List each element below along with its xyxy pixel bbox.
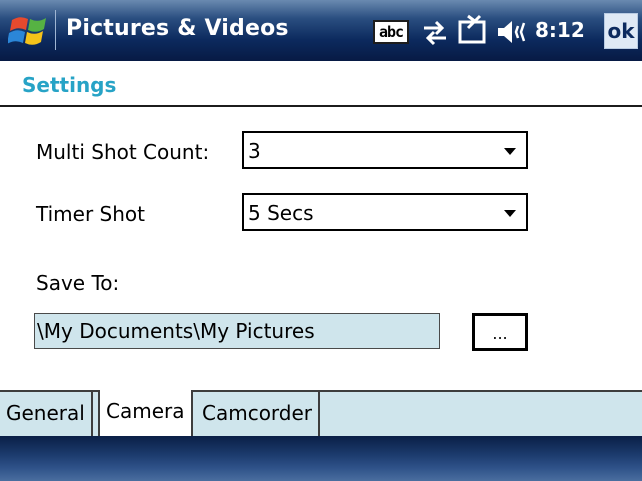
multi-shot-count-dropdown[interactable]: 3 (242, 131, 528, 169)
timer-shot-dropdown[interactable]: 5 Secs (242, 193, 528, 231)
page-title: Settings (22, 73, 117, 97)
volume-icon[interactable] (496, 18, 530, 46)
tab-camera[interactable]: Camera (98, 390, 193, 436)
softkey-bar (0, 436, 642, 481)
save-to-path-field[interactable]: \My Documents\My Pictures (34, 313, 440, 349)
timer-shot-value: 5 Secs (248, 201, 314, 225)
battery-icon[interactable] (458, 14, 490, 46)
ok-button[interactable]: ok (604, 13, 638, 49)
input-mode-abc-icon[interactable]: abc (373, 20, 409, 44)
multi-shot-count-label: Multi Shot Count: (36, 140, 210, 164)
windows-start-icon[interactable] (8, 12, 52, 52)
multi-shot-count-value: 3 (248, 139, 261, 163)
dropdown-arrow-icon (504, 210, 516, 217)
save-to-path-value: \My Documents\My Pictures (37, 319, 315, 343)
title-divider (55, 10, 56, 50)
connectivity-icon[interactable] (420, 20, 450, 46)
save-to-label: Save To: (36, 271, 120, 295)
clock[interactable]: 8:12 (535, 18, 585, 42)
timer-shot-label: Timer Shot (36, 202, 145, 226)
app-title: Pictures & Videos (66, 16, 289, 41)
browse-button[interactable]: ... (472, 313, 528, 351)
title-bar: Pictures & Videos abc 8:12 ok (0, 0, 642, 61)
dropdown-arrow-icon (504, 148, 516, 155)
tab-camcorder[interactable]: Camcorder (196, 392, 321, 436)
tab-strip: General Camera Camcorder (0, 390, 642, 436)
heading-divider (0, 105, 642, 107)
tab-general[interactable]: General (0, 392, 93, 436)
